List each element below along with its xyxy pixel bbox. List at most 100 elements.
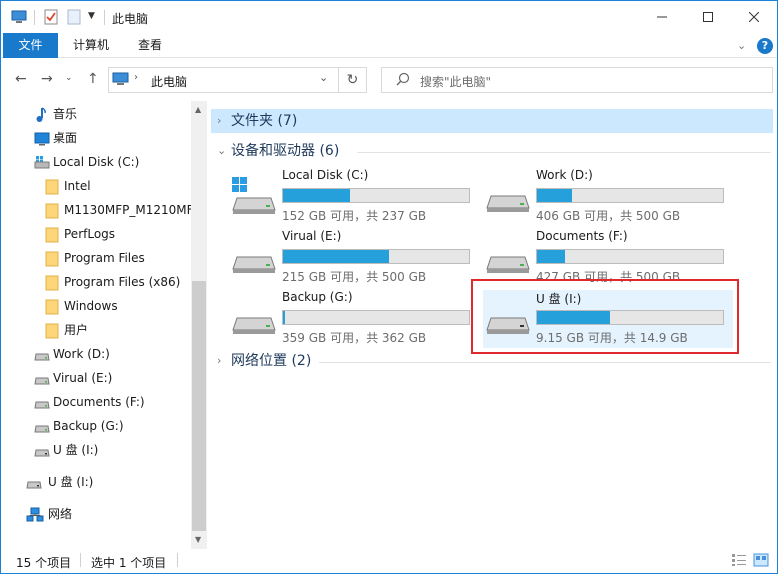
drive-icon bbox=[231, 237, 277, 280]
search-placeholder: 搜索"此电脑" bbox=[420, 75, 492, 89]
group-network[interactable]: › 网络位置 (2) bbox=[211, 349, 773, 373]
properties-icon[interactable] bbox=[44, 9, 58, 28]
sidebar-item[interactable]: Intel bbox=[1, 175, 191, 197]
tab-file[interactable]: 文件 bbox=[3, 33, 58, 58]
up-arrow-icon[interactable]: ↑ bbox=[87, 71, 99, 87]
customize-toolbar-icon[interactable]: ▼ bbox=[88, 11, 95, 21]
sidebar-item[interactable]: M1130MFP_M1210MF bbox=[1, 199, 194, 221]
usb-drive-icon bbox=[34, 443, 50, 465]
selection-highlight-box bbox=[471, 279, 739, 354]
sidebar-item[interactable]: 用户 bbox=[1, 319, 191, 341]
sidebar-item[interactable]: U 盘 (I:) bbox=[1, 471, 191, 493]
content-pane: › 文件夹 (7) ⌄ 设备和驱动器 (6) Local Disk (C:) 15… bbox=[207, 101, 777, 549]
drive-usage-bar bbox=[282, 249, 470, 264]
minimize-button[interactable] bbox=[639, 1, 685, 33]
drive-name: Virual (E:) bbox=[282, 229, 342, 243]
drive-tile[interactable]: Local Disk (C:) 152 GB 可用，共 237 GB bbox=[229, 168, 479, 226]
sidebar-item-label: Virual (E:) bbox=[53, 371, 113, 385]
chevron-down-icon[interactable]: ⌄ bbox=[217, 139, 226, 163]
computer-icon[interactable] bbox=[11, 9, 27, 28]
drive-name: Work (D:) bbox=[536, 168, 593, 182]
sidebar-item-label: 音乐 bbox=[53, 107, 78, 121]
chevron-right-icon[interactable]: › bbox=[134, 72, 138, 83]
sidebar-item-label: U 盘 (I:) bbox=[53, 443, 99, 457]
address-bar[interactable]: › 此电脑 ⌄ bbox=[108, 67, 339, 93]
drive-icon bbox=[231, 298, 277, 341]
search-box[interactable]: 搜索"此电脑" bbox=[381, 67, 773, 93]
ribbon-tabs: 文件 计算机 查看 ⌄ ? bbox=[1, 33, 777, 58]
sidebar-item[interactable]: Virual (E:) bbox=[1, 367, 191, 389]
selection-count: 选中 1 个项目 bbox=[91, 556, 167, 570]
group-divider bbox=[319, 362, 771, 363]
tab-computer[interactable]: 计算机 bbox=[63, 33, 119, 58]
windows-drive-icon bbox=[34, 155, 50, 177]
sidebar-item[interactable]: U 盘 (I:) bbox=[1, 439, 191, 461]
forward-arrow-icon[interactable]: → bbox=[41, 71, 53, 87]
drive-name: Backup (G:) bbox=[282, 290, 353, 304]
group-folders-label: 文件夹 (7) bbox=[231, 113, 298, 129]
recent-locations-icon[interactable]: ⌄ bbox=[65, 73, 73, 83]
sidebar-item[interactable]: PerfLogs bbox=[1, 223, 191, 245]
drive-usage-bar bbox=[536, 249, 724, 264]
group-network-label: 网络位置 (2) bbox=[231, 353, 312, 369]
drive-name: Local Disk (C:) bbox=[282, 168, 369, 182]
drive-usage-fill bbox=[283, 311, 285, 324]
drive-space-info: 152 GB 可用，共 237 GB bbox=[282, 209, 427, 223]
title-separator bbox=[104, 10, 105, 25]
sidebar-item-label: Backup (G:) bbox=[53, 419, 124, 433]
sidebar-item[interactable]: Program Files (x86) bbox=[1, 271, 191, 293]
status-divider bbox=[177, 553, 178, 567]
sidebar-scroll-thumb[interactable] bbox=[192, 281, 206, 531]
sidebar-item-label: 网络 bbox=[48, 507, 73, 521]
address-path: 此电脑 bbox=[151, 75, 188, 89]
back-arrow-icon[interactable]: ← bbox=[15, 71, 27, 87]
sidebar-item-label: Intel bbox=[64, 179, 91, 193]
scroll-up-icon[interactable]: ▲ bbox=[195, 105, 201, 114]
sidebar-item[interactable]: 网络 bbox=[1, 503, 191, 525]
expand-ribbon-icon[interactable]: ⌄ bbox=[737, 39, 746, 52]
refresh-button[interactable]: ↻ bbox=[339, 67, 367, 93]
sidebar-item[interactable]: Documents (F:) bbox=[1, 391, 191, 413]
chevron-right-icon[interactable]: › bbox=[217, 109, 221, 133]
details-view-icon[interactable] bbox=[731, 553, 747, 570]
sidebar-item[interactable]: Backup (G:) bbox=[1, 415, 191, 437]
sidebar-item[interactable]: 音乐 bbox=[1, 103, 191, 125]
group-folders[interactable]: › 文件夹 (7) bbox=[211, 109, 773, 133]
help-button[interactable]: ? bbox=[757, 38, 773, 54]
drive-usage-bar bbox=[536, 188, 724, 203]
explorer-window: ▼ 此电脑 文件 计算机 查看 ⌄ ? ← → ⌄ ↑ › 此电脑 ⌄ ↻ 搜索… bbox=[0, 0, 778, 574]
tiles-view-icon[interactable] bbox=[753, 553, 769, 570]
title-divider bbox=[34, 10, 35, 25]
sidebar-item-label: PerfLogs bbox=[64, 227, 116, 241]
sidebar-item[interactable]: Work (D:) bbox=[1, 343, 191, 365]
computer-icon bbox=[112, 72, 129, 90]
new-folder-icon[interactable] bbox=[67, 9, 81, 28]
sidebar-item[interactable]: Local Disk (C:) bbox=[1, 151, 191, 173]
drive-icon bbox=[485, 176, 531, 219]
drive-usage-fill bbox=[537, 189, 572, 202]
sidebar-item[interactable]: Windows bbox=[1, 295, 191, 317]
drive-tile[interactable]: Virual (E:) 215 GB 可用，共 500 GB bbox=[229, 229, 479, 287]
drive-space-info: 359 GB 可用，共 362 GB bbox=[282, 331, 427, 345]
maximize-button[interactable] bbox=[685, 1, 731, 33]
status-divider bbox=[80, 553, 81, 567]
chevron-right-icon[interactable]: › bbox=[217, 349, 221, 373]
sidebar-item-label: U 盘 (I:) bbox=[48, 475, 94, 489]
drive-tile[interactable]: Backup (G:) 359 GB 可用，共 362 GB bbox=[229, 290, 479, 348]
drive-icon bbox=[34, 371, 50, 393]
drive-usage-bar bbox=[282, 188, 470, 203]
navigation-bar: ← → ⌄ ↑ › 此电脑 ⌄ ↻ 搜索"此电脑" bbox=[1, 59, 777, 101]
tab-view[interactable]: 查看 bbox=[125, 33, 175, 58]
scroll-down-icon[interactable]: ▼ bbox=[195, 535, 201, 544]
desktop-icon bbox=[34, 131, 50, 153]
close-button[interactable] bbox=[731, 1, 777, 33]
group-devices-label: 设备和驱动器 (6) bbox=[231, 143, 340, 159]
sidebar-item[interactable]: Program Files bbox=[1, 247, 191, 269]
chevron-down-icon[interactable]: ⌄ bbox=[319, 71, 328, 84]
sidebar-item[interactable]: 桌面 bbox=[1, 127, 191, 149]
group-devices[interactable]: ⌄ 设备和驱动器 (6) bbox=[211, 139, 773, 163]
sidebar-item-label: M1130MFP_M1210MF bbox=[64, 203, 194, 217]
sidebar-item-label: Work (D:) bbox=[53, 347, 110, 361]
drive-tile[interactable]: Work (D:) 406 GB 可用，共 500 GB bbox=[483, 168, 733, 226]
sidebar-item-label: Local Disk (C:) bbox=[53, 155, 140, 169]
